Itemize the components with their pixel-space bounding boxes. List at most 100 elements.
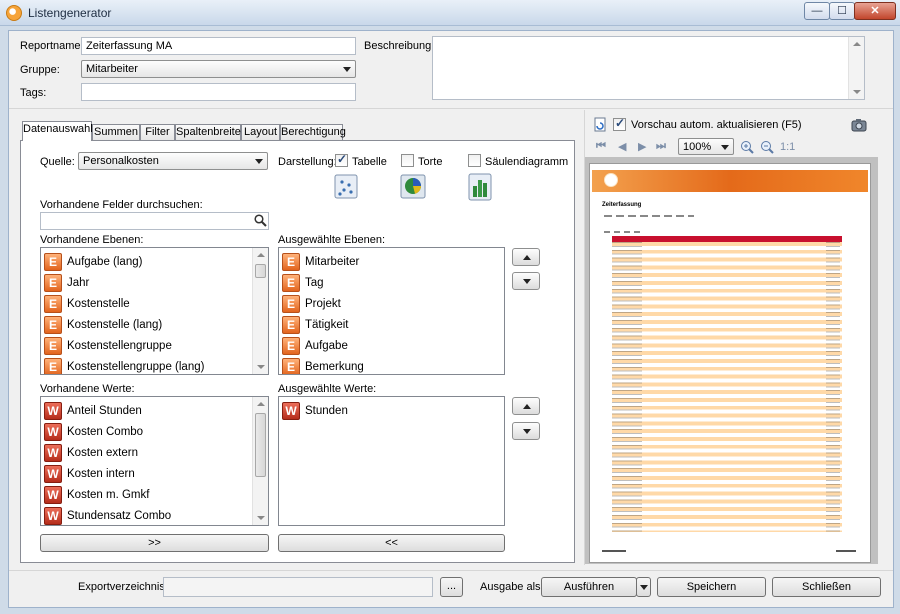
reportname-label: Reportname: [20, 40, 84, 52]
prev-page-icon[interactable]: ◀ [618, 140, 626, 153]
ebene-move-down-button[interactable] [512, 272, 540, 290]
speichern-button[interactable]: Speichern [657, 577, 766, 597]
vorh-werte-list[interactable]: W Anteil Stunden W Kosten Combo W Kosten ex… [40, 396, 269, 526]
browse-button[interactable]: ... [440, 577, 463, 597]
list-item[interactable]: W Kosten Combo [44, 421, 143, 442]
first-page-icon[interactable]: ⏮ [596, 140, 606, 153]
tab-berechtigung[interactable]: Berechtigung [280, 124, 346, 140]
vorh-ebenen-scrollbar[interactable] [252, 248, 268, 374]
wert-icon: W [44, 464, 62, 483]
ausfuehren-button[interactable]: Ausführen [541, 577, 637, 597]
ebene-icon: E [44, 294, 62, 313]
gruppe-value: Mitarbeiter [86, 63, 138, 75]
list-item[interactable]: E Aufgabe [282, 335, 348, 356]
saeulen-checkbox[interactable] [468, 154, 481, 167]
list-item[interactable]: E Aufgabe (lang) [44, 251, 142, 272]
ausg-werte-list[interactable]: W Stunden [278, 396, 505, 526]
search-input[interactable] [40, 212, 269, 230]
list-item-label: Stunden [305, 404, 348, 417]
quelle-label: Quelle: [40, 156, 75, 168]
list-item[interactable]: W Kosten intern [44, 463, 135, 484]
list-item[interactable]: E Mitarbeiter [282, 251, 359, 272]
zoom-reset-button[interactable]: 1:1 [780, 141, 795, 153]
preview-meta-line [604, 215, 694, 217]
ebene-move-up-button[interactable] [512, 248, 540, 266]
list-item[interactable]: E Kostenstellengruppe (lang) [44, 356, 204, 374]
pie-chart-icon[interactable] [400, 173, 428, 201]
tab-summen[interactable]: Summen [92, 124, 140, 140]
list-item[interactable]: E Kostenstellengruppe [44, 335, 172, 356]
ebene-icon: E [282, 357, 300, 374]
list-item[interactable]: W Stunden [282, 400, 348, 421]
list-item[interactable]: E Projekt [282, 293, 341, 314]
minimize-button[interactable]: — [804, 2, 830, 20]
preview-footer-date [602, 550, 626, 552]
tabelle-checkbox[interactable] [335, 152, 348, 167]
tab-datenauswahl[interactable]: Datenauswahl [22, 121, 93, 141]
add-fields-button[interactable]: >> [40, 534, 269, 552]
zoom-out-icon[interactable] [760, 140, 774, 154]
bar-chart-icon[interactable] [468, 172, 494, 202]
list-item-label: Aufgabe [305, 339, 348, 352]
list-item[interactable]: E Jahr [44, 272, 89, 293]
ausg-ebenen-list[interactable]: E Mitarbeiter E Tag E Projekt E Tätigkeit EA… [278, 247, 505, 375]
next-page-icon[interactable]: ▶ [638, 140, 646, 153]
list-item[interactable]: W Anteil Stunden [44, 400, 142, 421]
divider [9, 108, 893, 109]
zoom-in-icon[interactable] [740, 140, 754, 154]
gruppe-dropdown[interactable]: Mitarbeiter [81, 60, 356, 78]
zoom-dropdown[interactable]: 100% [678, 138, 734, 155]
arrow-down-icon [523, 279, 531, 284]
vorh-werte-scrollbar[interactable] [252, 397, 268, 525]
list-item[interactable]: E Tag [282, 272, 324, 293]
list-item-label: Mitarbeiter [305, 255, 360, 268]
auto-update-checkbox[interactable] [613, 116, 626, 131]
last-page-icon[interactable]: ⏭ [656, 140, 666, 153]
tab-filter[interactable]: Filter [140, 124, 175, 140]
list-item-label: Kosten intern [67, 467, 135, 480]
list-item[interactable]: W Stundensatz Combo [44, 505, 171, 525]
search-icon[interactable] [254, 214, 267, 227]
preview-footer-page [836, 550, 856, 552]
wert-move-down-button[interactable] [512, 422, 540, 440]
schliessen-button[interactable]: Schließen [772, 577, 881, 597]
remove-fields-button[interactable]: << [278, 534, 505, 552]
list-item[interactable]: E Kostenstelle [44, 293, 130, 314]
search-label: Vorhandene Felder durchsuchen: [40, 199, 203, 211]
torte-checkbox[interactable] [401, 154, 414, 167]
camera-icon[interactable] [851, 117, 867, 133]
tab-spaltenbreite[interactable]: Spaltenbreite [175, 124, 241, 140]
list-item[interactable]: E Tätigkeit [282, 314, 348, 335]
table-chart-icon[interactable] [334, 173, 360, 201]
reportname-field[interactable]: Zeiterfassung MA [81, 37, 356, 55]
ebene-icon: E [44, 357, 62, 374]
list-item-label: Kostenstellengruppe [67, 339, 172, 352]
tags-field[interactable] [81, 83, 356, 101]
close-button[interactable]: ✕ [854, 2, 896, 20]
list-item[interactable]: E Bemerkung [282, 356, 364, 374]
ausgabe-label: Ausgabe als: [480, 581, 544, 593]
list-item[interactable]: W Kosten m. Gmkf [44, 484, 149, 505]
list-item[interactable]: W Kosten extern [44, 442, 138, 463]
logo-icon [604, 173, 618, 187]
list-item[interactable]: E Kostenstelle (lang) [44, 314, 162, 335]
title-bar[interactable]: Listengenerator — ☐ ✕ [0, 0, 900, 26]
wert-icon: W [44, 485, 62, 504]
quelle-dropdown[interactable]: Personalkosten [78, 152, 268, 170]
list-item-label: Kosten extern [67, 446, 138, 459]
beschreibung-field[interactable] [432, 36, 865, 100]
vorh-ebenen-list[interactable]: E Aufgabe (lang) E Jahr E Kostenstelle E Kos… [40, 247, 269, 375]
preview-col-dates [612, 242, 642, 532]
tab-layout[interactable]: Layout [241, 124, 280, 140]
refresh-icon[interactable] [592, 117, 608, 133]
preview-meta-line [604, 231, 644, 233]
wert-move-up-button[interactable] [512, 397, 540, 415]
wert-icon: W [44, 506, 62, 525]
ausfuehren-dropdown[interactable] [636, 577, 651, 597]
beschreibung-label: Beschreibung: [364, 40, 435, 52]
export-path-field[interactable] [163, 577, 433, 597]
preview-page[interactable]: Zeiterfassung [589, 163, 871, 563]
list-item-label: Kosten Combo [67, 425, 144, 438]
beschreibung-scrollbar[interactable] [848, 37, 864, 99]
maximize-button[interactable]: ☐ [829, 2, 855, 20]
